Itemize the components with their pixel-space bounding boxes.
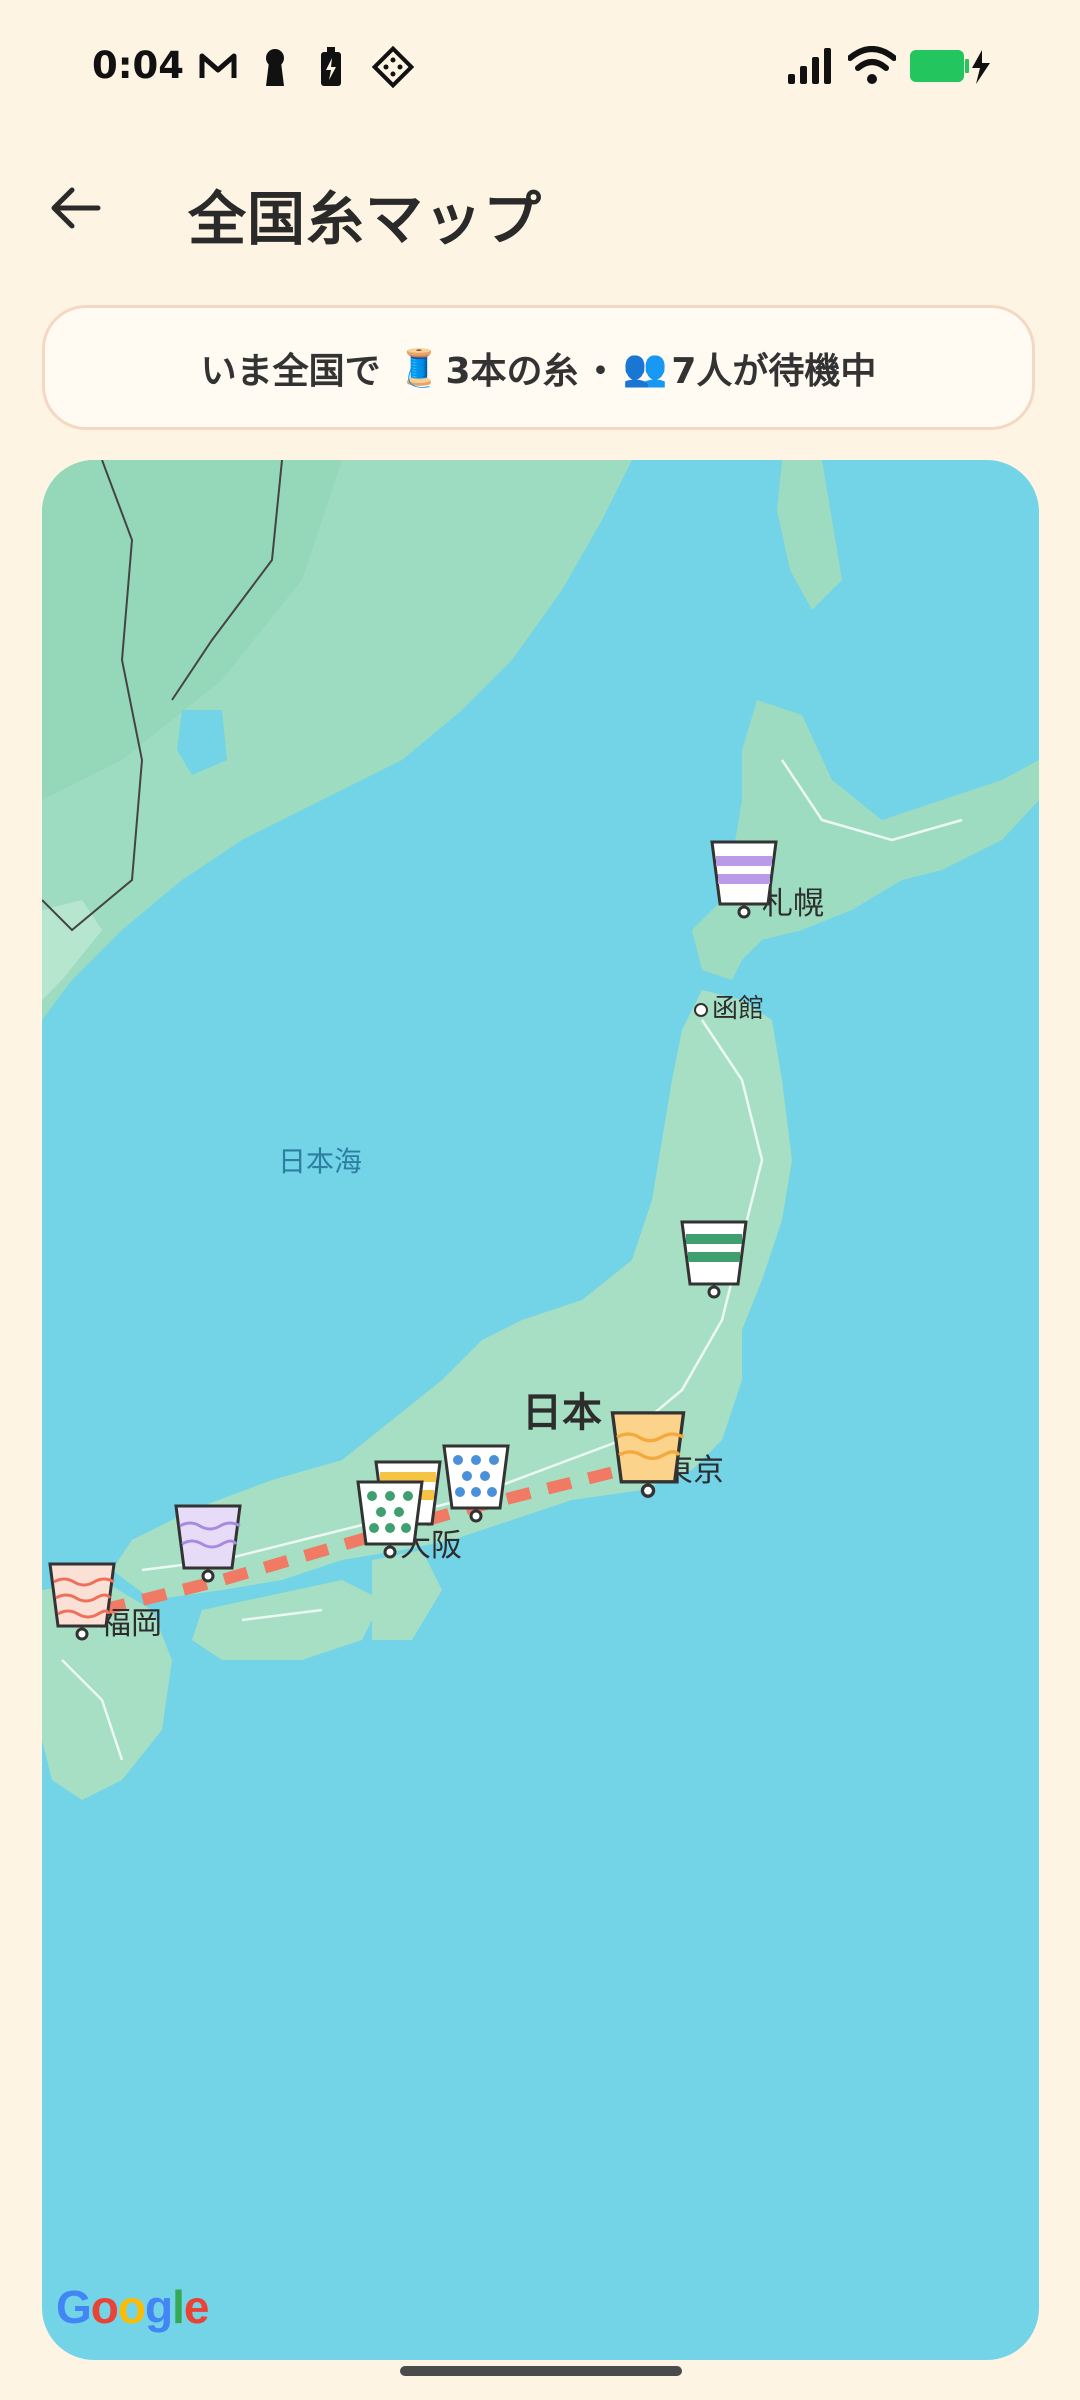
home-indicator[interactable] [400,2366,682,2376]
banner-prefix: いま全国で [200,350,381,392]
spool-pin-osaka-green[interactable] [354,1478,426,1560]
game-icon [372,46,414,88]
status-time: 0:04 [92,44,185,87]
signal-icon [788,48,831,84]
status-bar: 0:04 [0,0,1080,135]
spool-pin-tokyo[interactable] [608,1408,688,1500]
app-bar: 全国糸マップ [0,150,1080,270]
back-arrow-icon[interactable] [48,180,104,236]
spool-pin-chugoku[interactable] [172,1502,244,1584]
gmail-icon [199,53,237,78]
label-sea-of-japan: 日本海 [278,1145,363,1178]
spool-icon: 🧵 [396,347,442,389]
spool-pin-fukuoka[interactable] [46,1560,118,1642]
spool-pin-osaka-blue[interactable] [440,1442,512,1524]
battery-icon [910,50,990,84]
spool-pin-sapporo[interactable] [708,838,780,920]
banner-separator: ・ [582,350,619,392]
people-icon: 👥 [622,347,668,389]
status-banner: いま全国で 🧵 3本の糸 ・ 👥 7人が待機中 [42,305,1035,430]
label-japan: 日本 [522,1390,602,1436]
google-logo: Google [56,2281,209,2333]
spool-pin-tohoku[interactable] [678,1218,750,1300]
japan-map[interactable]: 札幌 函館 日本海 日本 東京 大阪 福岡 Google [42,460,1039,2360]
page-title: 全国糸マップ [188,185,543,253]
keyhole-icon [266,49,284,86]
battery-saver-icon [321,47,341,86]
banner-thread-count: 3本の糸 [445,350,579,392]
banner-waiting-count: 7人が待機中 [671,350,877,392]
label-hakodate: 函館 [694,988,764,1025]
wifi-icon [848,46,896,84]
